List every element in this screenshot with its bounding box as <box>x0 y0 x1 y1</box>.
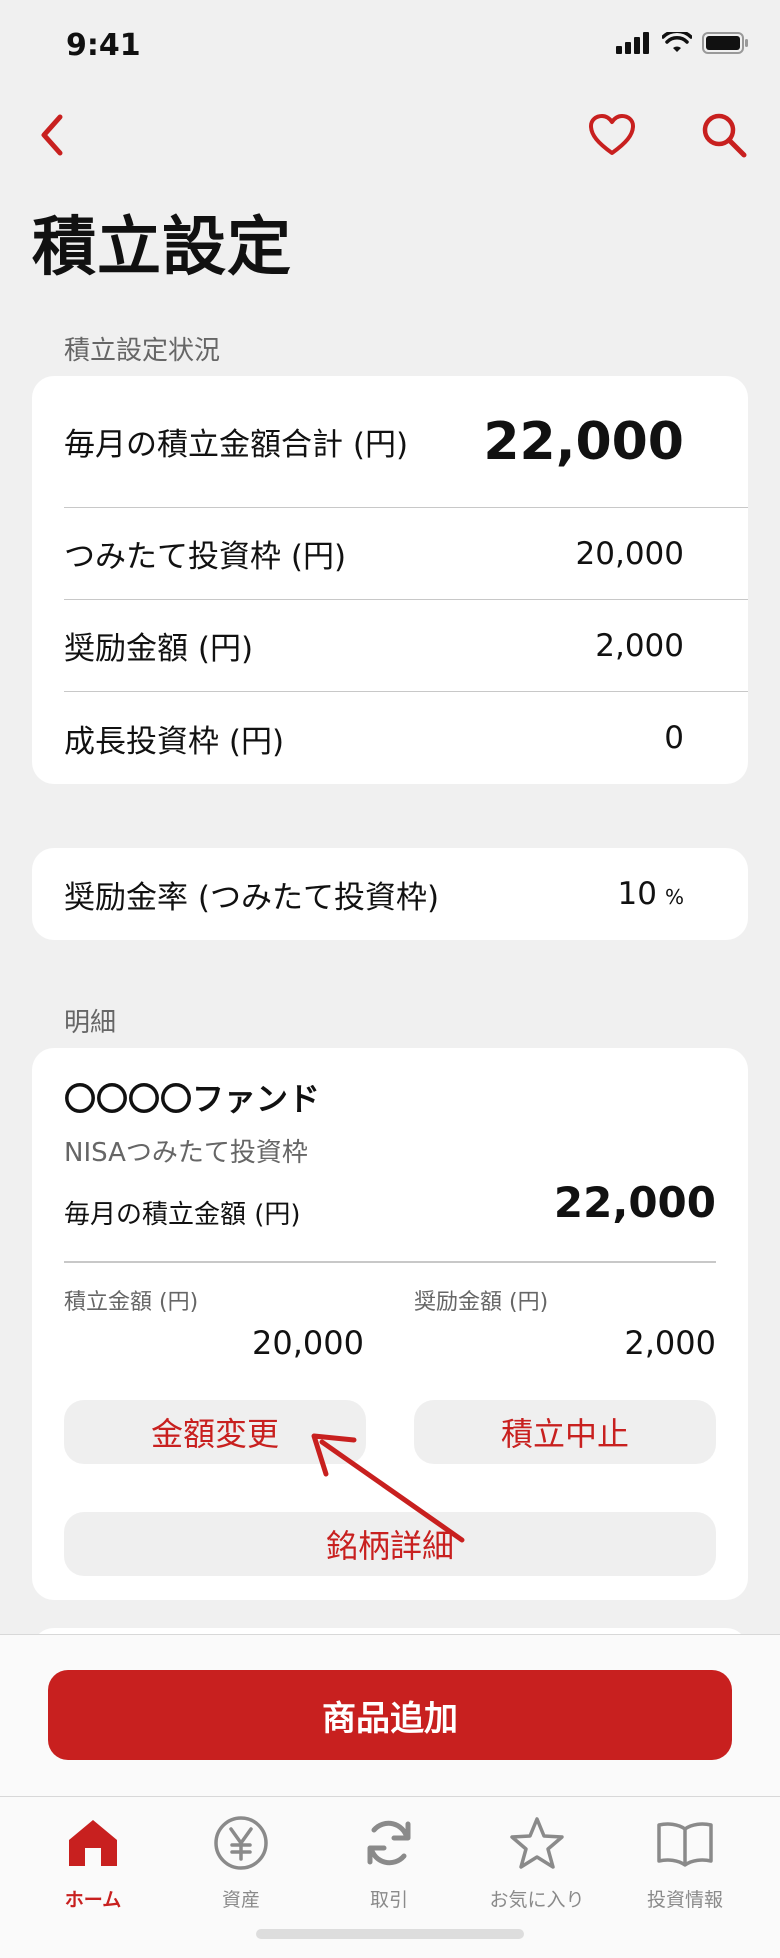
fund-incentive-label: 奨励金額 (円) <box>414 1290 549 1315</box>
rate-value: 10 <box>617 876 657 912</box>
summary-row-label: つみたて投資枠 (円) <box>64 539 347 575</box>
home-indicator <box>256 1929 524 1939</box>
summary-row-value: 0 <box>664 720 684 756</box>
pointer-arrow-icon <box>311 1433 465 1543</box>
summary-row-label: 奨励金額 (円) <box>64 631 254 667</box>
summary-card: 毎月の積立金額合計 (円) 22,000 つみたて投資枠 (円) 20,000 … <box>32 376 748 784</box>
divider <box>64 1261 716 1263</box>
rate-label: 奨励金率 (つみたて投資枠) <box>64 879 440 916</box>
summary-row-incentive: 奨励金額 (円) 2,000 <box>64 600 748 691</box>
summary-section-label: 積立設定状況 <box>64 336 221 366</box>
tab-home[interactable]: ホーム <box>18 1807 168 1917</box>
tab-label: 投資情報 <box>646 1889 723 1911</box>
summary-row-tsumitate: つみたて投資枠 (円) 20,000 <box>64 508 748 599</box>
summary-row-value: 2,000 <box>595 627 684 664</box>
status-icons <box>616 32 750 54</box>
tab-label: 資産 <box>221 1889 260 1911</box>
fund-card: 〇〇〇〇ファンド NISAつみたて投資枠 毎月の積立金額 (円) 22,000 … <box>32 1048 748 1600</box>
summary-row-value: 20,000 <box>575 535 684 572</box>
battery-icon <box>702 32 748 54</box>
summary-total-label: 毎月の積立金額合計 (円) <box>64 427 409 463</box>
rate-row: 奨励金率 (つみたて投資枠) 10% <box>64 848 748 940</box>
fund-contrib-label: 積立金額 (円) <box>64 1290 199 1315</box>
signal-icon <box>616 32 649 54</box>
fund-account-type: NISAつみたて投資枠 <box>64 1138 308 1168</box>
page-title: 積立設定 <box>32 211 292 285</box>
book-icon <box>655 1813 715 1873</box>
status-bar: 9:41 <box>0 0 780 90</box>
home-icon <box>63 1813 123 1873</box>
rate-value-group: 10% <box>618 876 684 912</box>
fund-monthly-label: 毎月の積立金額 (円) <box>64 1200 301 1230</box>
back-button[interactable] <box>22 105 82 165</box>
summary-total-row: 毎月の積立金額合計 (円) 22,000 <box>64 376 748 507</box>
chevron-left-icon <box>41 114 63 156</box>
detail-section-label: 明細 <box>64 1008 117 1038</box>
nav-bar <box>0 95 780 169</box>
fund-incentive-value: 2,000 <box>624 1324 716 1362</box>
rate-card: 奨励金率 (つみたて投資枠) 10% <box>32 848 748 940</box>
heart-icon <box>589 114 635 155</box>
tab-favorites[interactable]: お気に入り <box>462 1807 612 1917</box>
tab-assets[interactable]: 資産 <box>166 1807 316 1917</box>
fund-name: 〇〇〇〇ファンド <box>64 1080 321 1118</box>
fund-contrib-value: 20,000 <box>252 1324 364 1362</box>
favorite-button[interactable] <box>580 103 644 167</box>
status-time: 9:41 <box>66 28 141 63</box>
search-button[interactable] <box>692 103 756 167</box>
tab-label: お気に入り <box>489 1889 585 1911</box>
summary-row-label: 成長投資枠 (円) <box>64 723 285 760</box>
tab-label: ホーム <box>64 1889 122 1911</box>
fund-monthly-value: 22,000 <box>553 1178 716 1227</box>
tab-label: 取引 <box>369 1889 408 1911</box>
refresh-icon <box>359 1813 419 1873</box>
tab-investment-info[interactable]: 投資情報 <box>610 1807 760 1917</box>
wifi-icon <box>662 32 692 52</box>
star-icon <box>507 1813 567 1873</box>
summary-row-growth: 成長投資枠 (円) 0 <box>64 692 748 784</box>
add-product-button[interactable]: 商品追加 <box>48 1670 732 1760</box>
search-icon <box>702 113 747 158</box>
rate-unit: % <box>664 885 684 909</box>
summary-total-value: 22,000 <box>483 411 684 472</box>
tab-trade[interactable]: 取引 <box>314 1807 464 1917</box>
yen-icon <box>211 1813 271 1873</box>
